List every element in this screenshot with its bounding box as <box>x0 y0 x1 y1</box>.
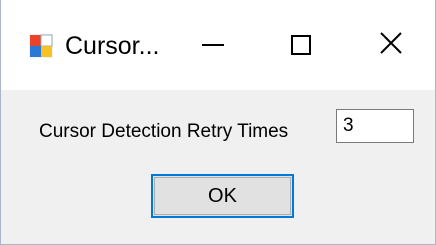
dialog-body: Cursor Detection Retry Times OK <box>1 90 435 244</box>
retry-times-input[interactable] <box>336 109 414 143</box>
minimize-button[interactable] <box>169 14 257 76</box>
retry-times-label: Cursor Detection Retry Times <box>39 121 289 142</box>
ok-button-label: OK <box>208 184 237 207</box>
close-icon <box>379 31 403 60</box>
maximize-icon <box>291 35 311 55</box>
dialog-window: Cursor... Cursor Detection Retry Times O… <box>0 0 436 245</box>
maximize-button[interactable] <box>257 14 345 76</box>
close-button[interactable] <box>347 14 435 76</box>
title-bar[interactable]: Cursor... <box>1 0 435 90</box>
app-icon <box>29 34 53 58</box>
ok-button[interactable]: OK <box>151 174 294 218</box>
minimize-icon <box>202 44 224 46</box>
window-title: Cursor... <box>65 32 160 60</box>
